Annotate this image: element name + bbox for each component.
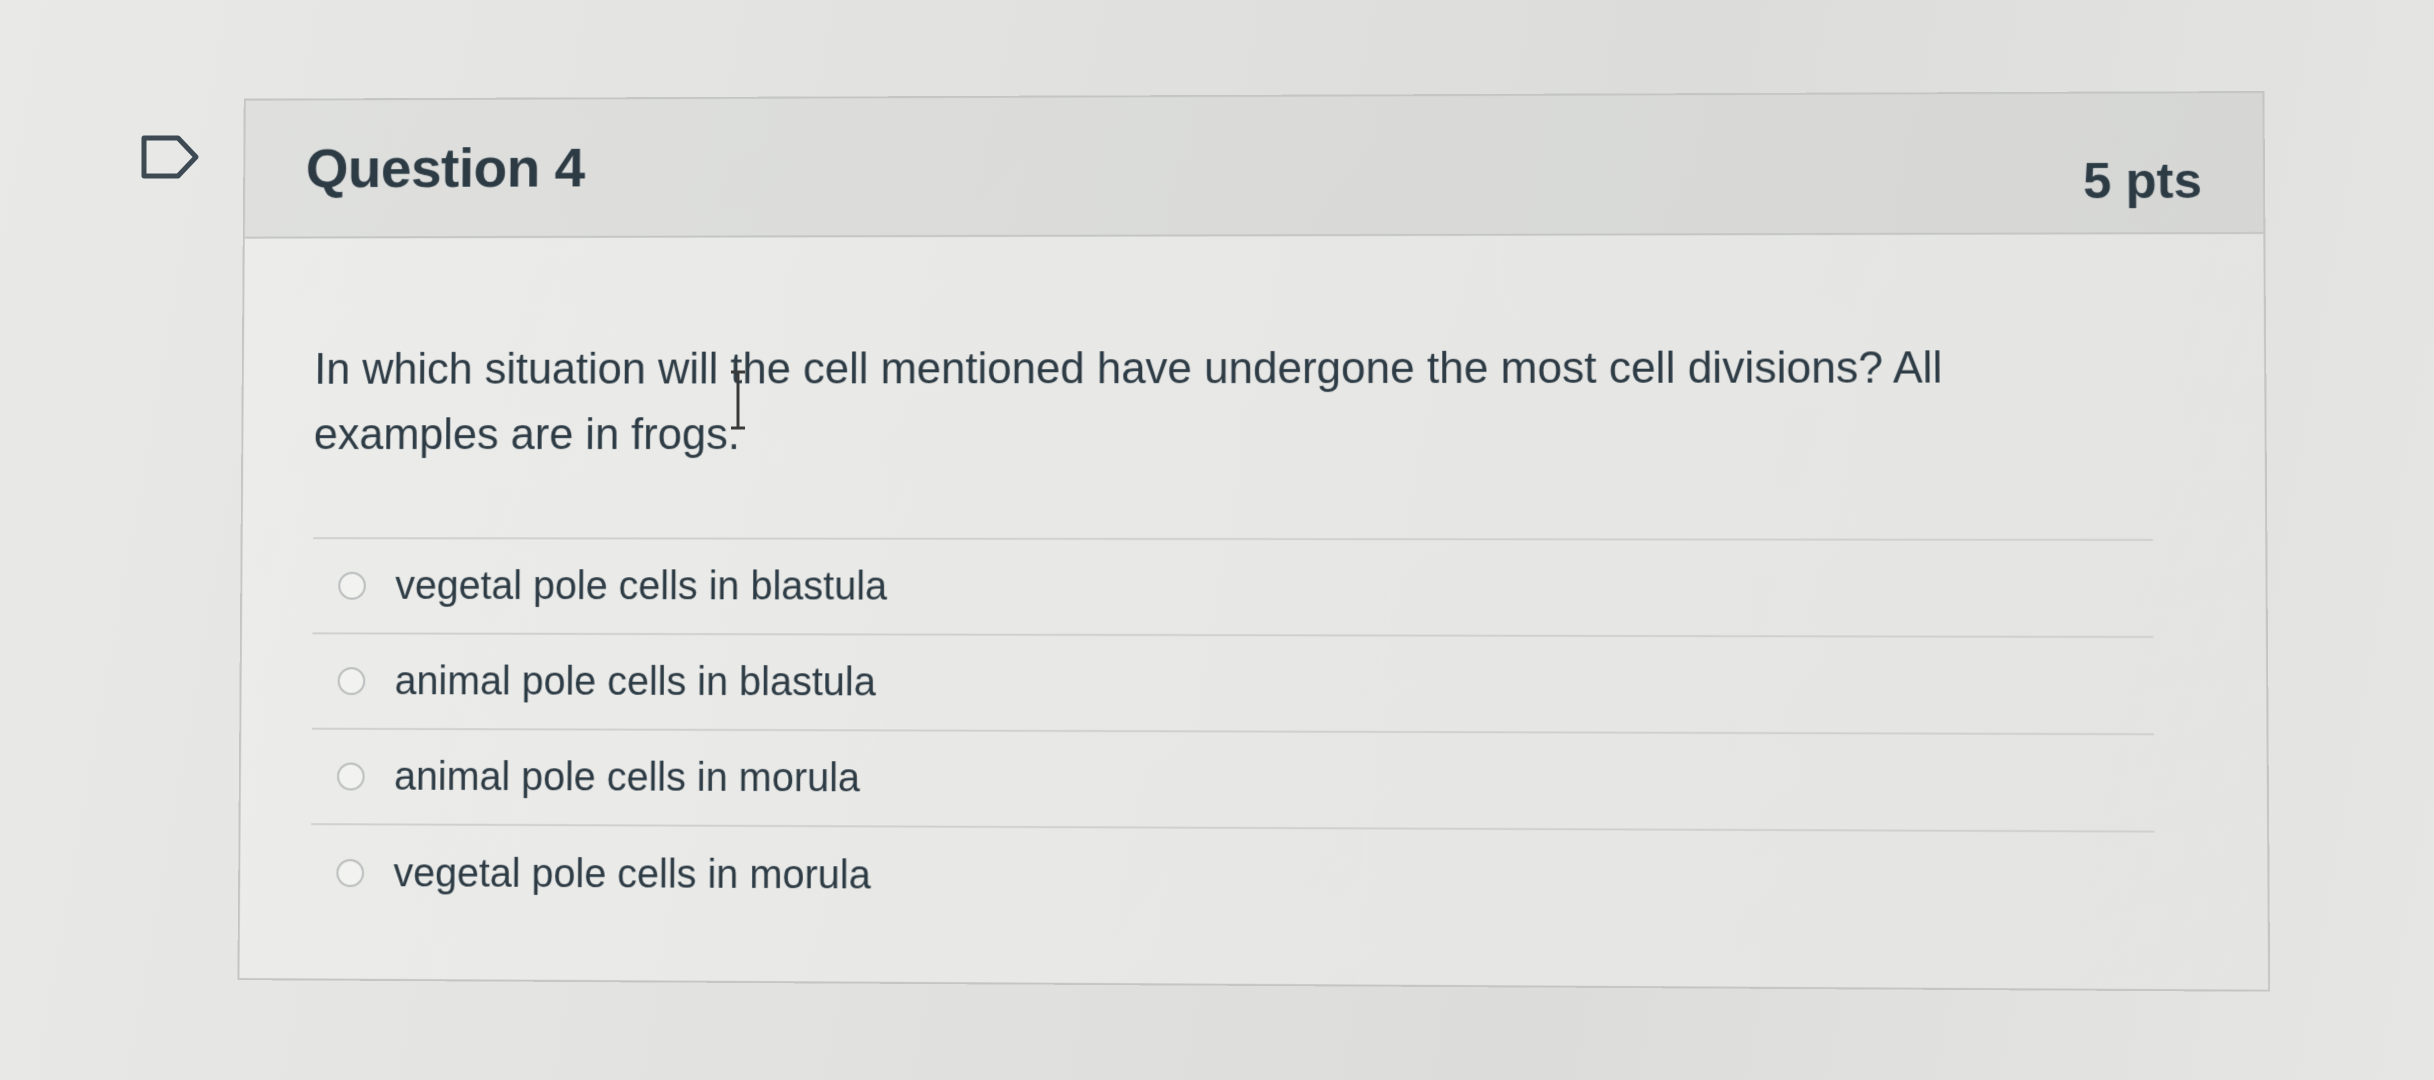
flag-question-icon[interactable]	[140, 134, 202, 180]
answer-option[interactable]: animal pole cells in blastula	[311, 634, 2155, 736]
radio-button[interactable]	[336, 762, 365, 791]
text-cursor-icon	[728, 370, 748, 430]
answer-label[interactable]: vegetal pole cells in blastula	[395, 564, 887, 610]
radio-button[interactable]	[336, 859, 365, 888]
question-title: Question 4	[305, 135, 585, 200]
question-body: In which situation will the cell mention…	[240, 234, 2268, 931]
radio-button[interactable]	[338, 571, 366, 600]
answer-list: vegetal pole cells in blastula animal po…	[310, 537, 2156, 931]
question-card: Question 4 5 pts In which situation will…	[237, 91, 2271, 992]
answer-label[interactable]: animal pole cells in blastula	[395, 659, 876, 705]
radio-button[interactable]	[337, 667, 366, 696]
answer-label[interactable]: vegetal pole cells in morula	[393, 851, 871, 898]
answer-option[interactable]: vegetal pole cells in morula	[311, 825, 2156, 930]
answer-option[interactable]: vegetal pole cells in blastula	[312, 539, 2154, 639]
question-header: Question 4 5 pts	[244, 93, 2264, 239]
answer-label[interactable]: animal pole cells in morula	[394, 754, 860, 801]
question-text: In which situation will the cell mention…	[313, 343, 1943, 459]
answer-option[interactable]: animal pole cells in morula	[311, 729, 2155, 833]
question-points: 5 pts	[2082, 152, 2203, 210]
